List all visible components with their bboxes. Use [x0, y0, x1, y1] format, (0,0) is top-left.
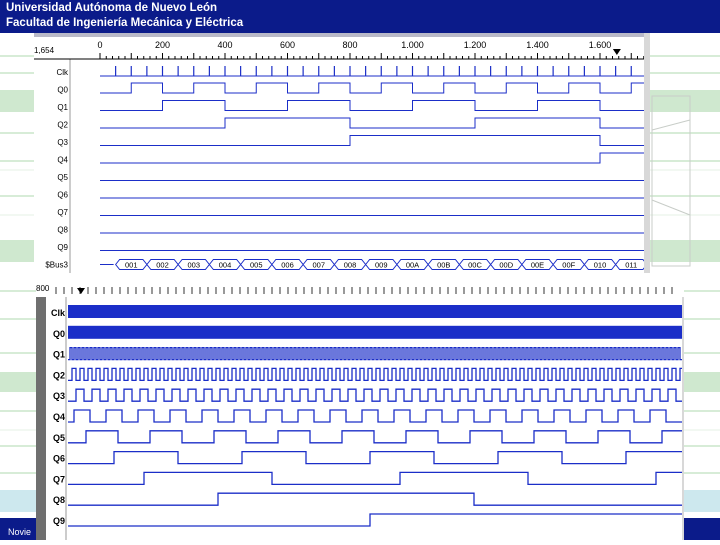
bottom-signal-label: Q4	[53, 412, 65, 422]
bottom-signal-label: Q8	[53, 495, 65, 505]
top-signal-label: Q3	[57, 138, 68, 147]
top-ruler-label: 1.400	[526, 40, 549, 50]
top-signal-label: $Bus3	[45, 261, 68, 270]
waveform-window-bottom: 800 Clk Q0 Q1 Q2 Q3 Q4 Q5 Q6 Q7 Q8 Q9	[36, 283, 684, 540]
top-bus-value: 003	[187, 261, 200, 270]
top-bus-value: 005	[250, 261, 263, 270]
top-bus-value: 008	[344, 261, 357, 270]
top-signal-label: Q6	[57, 191, 68, 200]
top-ruler-label: 200	[155, 40, 170, 50]
top-signal-label: Q8	[57, 226, 68, 235]
top-panel-bg	[34, 33, 650, 273]
bottom-ruler-label: 800	[36, 284, 50, 293]
waveform-window-top: 1,65402004006008001.0001.2001.4001.6001.…	[34, 33, 679, 273]
top-bus-value: 00E	[531, 261, 544, 270]
top-toolbar-strip	[34, 33, 650, 37]
top-cursor-readout: 1,654	[34, 46, 55, 55]
top-bus-value: 002	[156, 261, 169, 270]
top-ruler-label: 600	[280, 40, 295, 50]
footer-text: Novie	[8, 527, 32, 537]
top-bus-value: 00F	[562, 261, 575, 270]
top-bus-value: 001	[125, 261, 138, 270]
header-faculty: Facultad de Ingeniería Mecánica y Eléctr…	[6, 17, 244, 29]
top-bus-value: 007	[312, 261, 325, 270]
top-bus-value: 00C	[468, 261, 482, 270]
bottom-signal-label: Clk	[51, 308, 66, 318]
top-ruler-label: 800	[342, 40, 357, 50]
top-bus-value: 00A	[406, 261, 419, 270]
top-bus-value: 00D	[499, 261, 513, 270]
top-bus-value: 006	[281, 261, 294, 270]
top-ruler-label: 0	[97, 40, 102, 50]
top-signal-label: Q7	[57, 208, 68, 217]
bottom-left-frame	[36, 297, 46, 540]
waveform-top: 1,65402004006008001.0001.2001.4001.6001.…	[34, 33, 679, 273]
top-signal-label: Q2	[57, 121, 68, 130]
bottom-scrollbar	[682, 297, 684, 540]
bottom-wave-q0	[68, 325, 682, 339]
bottom-signal-label: Q0	[53, 329, 65, 339]
bottom-wave-clk	[68, 305, 682, 318]
bottom-signal-label: Q3	[53, 391, 65, 401]
bottom-signal-label: Q1	[53, 350, 65, 360]
header-university: Universidad Autónoma de Nuevo León	[6, 2, 218, 14]
top-signal-label: Q4	[57, 156, 68, 165]
top-bus-value: 00B	[437, 261, 450, 270]
top-bus-value: 004	[219, 261, 232, 270]
bottom-signal-label: Q7	[53, 474, 65, 484]
top-ruler-label: 1.000	[401, 40, 424, 50]
bottom-signal-label: Q9	[53, 516, 65, 526]
top-ruler-label: 1.200	[464, 40, 487, 50]
bottom-signal-label: Q6	[53, 454, 65, 464]
top-scrollbar	[644, 33, 650, 273]
bottom-panel-bg	[36, 283, 684, 540]
bottom-signal-label: Q2	[53, 370, 65, 380]
top-bus-value: 010	[594, 261, 607, 270]
top-ruler-label: 1.600	[589, 40, 612, 50]
top-signal-label: Q5	[57, 173, 68, 182]
bottom-signal-label: Q5	[53, 433, 65, 443]
waveform-bottom: 800 Clk Q0 Q1 Q2 Q3 Q4 Q5 Q6 Q7 Q8 Q9	[36, 283, 684, 540]
slide-header: Universidad Autónoma de Nuevo León Facul…	[0, 0, 720, 33]
top-signal-label: Q1	[57, 103, 68, 112]
top-signal-label: Clk	[56, 68, 69, 77]
top-bus-value: 011	[625, 261, 637, 270]
top-ruler-label: 400	[217, 40, 232, 50]
top-signal-label: Q0	[57, 86, 68, 95]
top-bus-value: 009	[375, 261, 388, 270]
top-signal-label: Q9	[57, 243, 68, 252]
